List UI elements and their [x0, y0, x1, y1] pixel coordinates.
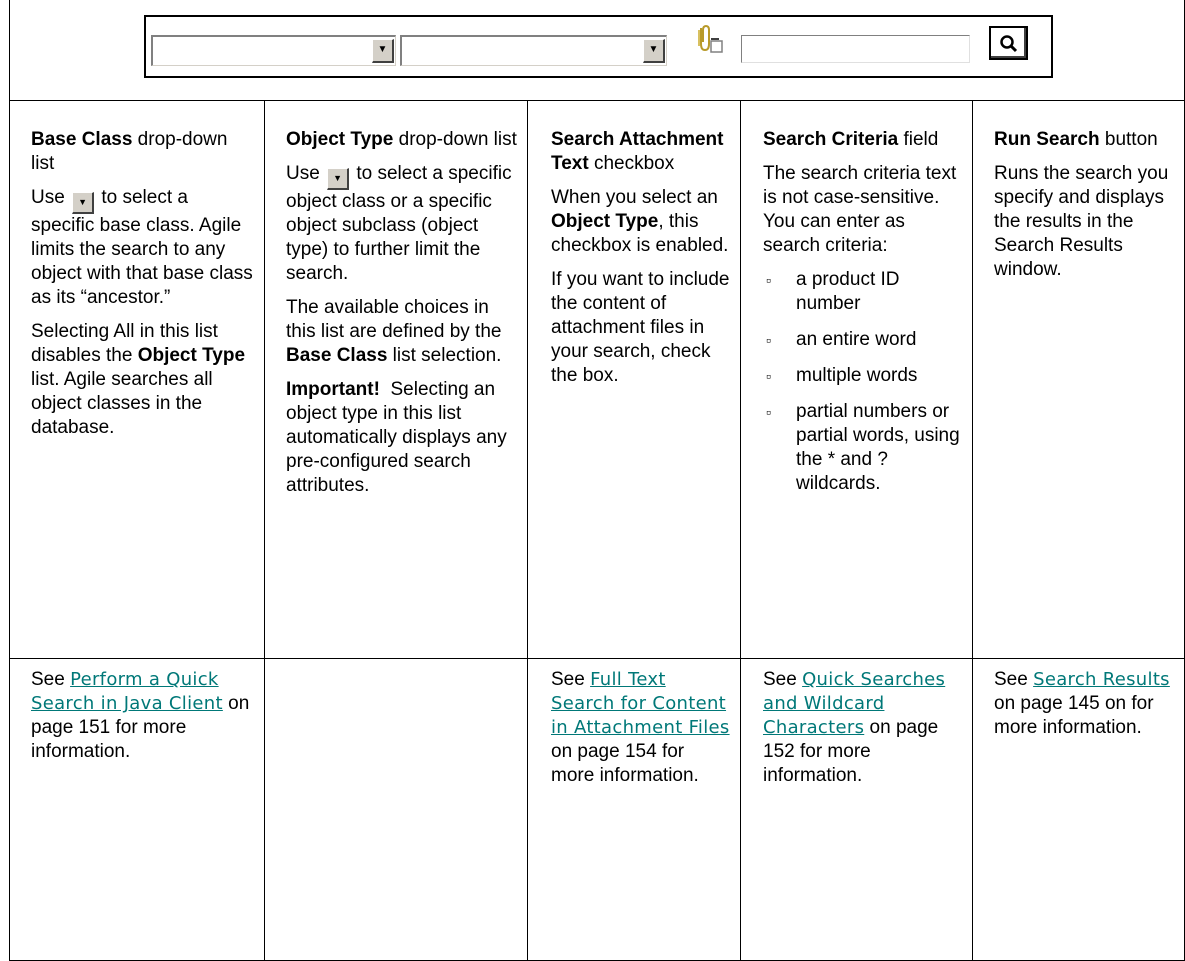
column-heading: Object Type drop-down list — [286, 129, 517, 150]
description-cell: Object Type drop-down list Use ▼ to sele… — [265, 101, 527, 659]
usage-text: Use ▼ to select a specific base class. A… — [31, 187, 253, 308]
list-item: ▫ a product ID number — [766, 269, 900, 314]
description-cell: Run Search button Runs the search you sp… — [973, 101, 1185, 659]
usage-text: Use ▼ to select a specific object class … — [286, 163, 512, 284]
link-search-results[interactable]: Search Results — [1033, 669, 1170, 690]
enable-text: When you select an Object Type, this che… — [551, 187, 729, 256]
column-base-class: Base Class drop-down list Use ▼ to selec… — [10, 101, 264, 961]
down-arrow-icon: ▼ — [327, 168, 350, 190]
description-cell: Search Criteria field The search criteri… — [741, 101, 972, 659]
column-run-search: Run Search button Runs the search you sp… — [972, 101, 1185, 961]
reference-cell-empty — [265, 659, 527, 961]
reference-cell: See Quick Searches and Wildcard Characte… — [763, 669, 946, 786]
column-heading: Search Attachment Text checkbox — [551, 129, 724, 174]
down-arrow-icon[interactable]: ▼ — [643, 39, 665, 63]
column-heading: Base Class drop-down list — [31, 129, 228, 174]
down-arrow-icon[interactable]: ▼ — [372, 39, 394, 63]
object-type-dropdown[interactable]: ▼ — [400, 35, 667, 66]
important-note: Important! Selecting an object type in t… — [286, 379, 512, 496]
reference-cell: See Search Results on page 145 on for mo… — [994, 669, 1170, 738]
description-text: Runs the search you specify and displays… — [994, 163, 1169, 280]
column-search-attachment-text: Search Attachment Text checkbox When you… — [527, 101, 740, 961]
note-text: Selecting All in this list disables the … — [31, 321, 246, 438]
toolbar-row: ▼ ▼ — [10, 0, 1185, 101]
column-search-criteria: Search Criteria field The search criteri… — [740, 101, 972, 961]
column-object-type: Object Type drop-down list Use ▼ to sele… — [264, 101, 527, 961]
down-arrow-icon: ▼ — [72, 192, 95, 214]
column-heading: Run Search button — [994, 129, 1158, 150]
reference-cell: See Full Text Search for Content in Atta… — [551, 669, 730, 786]
base-class-dropdown[interactable]: ▼ — [151, 35, 396, 66]
search-criteria-field[interactable] — [741, 35, 970, 63]
paperclip-checkbox-icon[interactable] — [689, 22, 729, 54]
description-cell: Base Class drop-down list Use ▼ to selec… — [10, 101, 264, 659]
usage-text: If you want to include the content of at… — [551, 269, 730, 386]
reference-table: ▼ ▼ Base Class drop-down list Use ▼ to s… — [9, 0, 1185, 961]
criteria-list: ▫ a product ID number ▫ an entire word ▫ mu… — [763, 268, 962, 496]
list-item: ▫ an entire word — [766, 329, 917, 350]
magnifier-icon — [1000, 35, 1018, 53]
run-search-button[interactable] — [989, 26, 1028, 60]
reference-cell: See Perform a Quick Search in Java Clien… — [31, 669, 250, 762]
intro-text: The search criteria text is not case-sen… — [763, 163, 957, 256]
quick-search-toolbar: ▼ ▼ — [144, 15, 1053, 78]
note-text: The available choices in this list are d… — [286, 297, 502, 366]
list-item: ▫ partial numbers or partial words, using… — [766, 401, 960, 494]
list-item: ▫ multiple words — [766, 365, 918, 386]
column-heading: Search Criteria field — [763, 129, 939, 150]
description-cell: Search Attachment Text checkbox When you… — [528, 101, 740, 659]
